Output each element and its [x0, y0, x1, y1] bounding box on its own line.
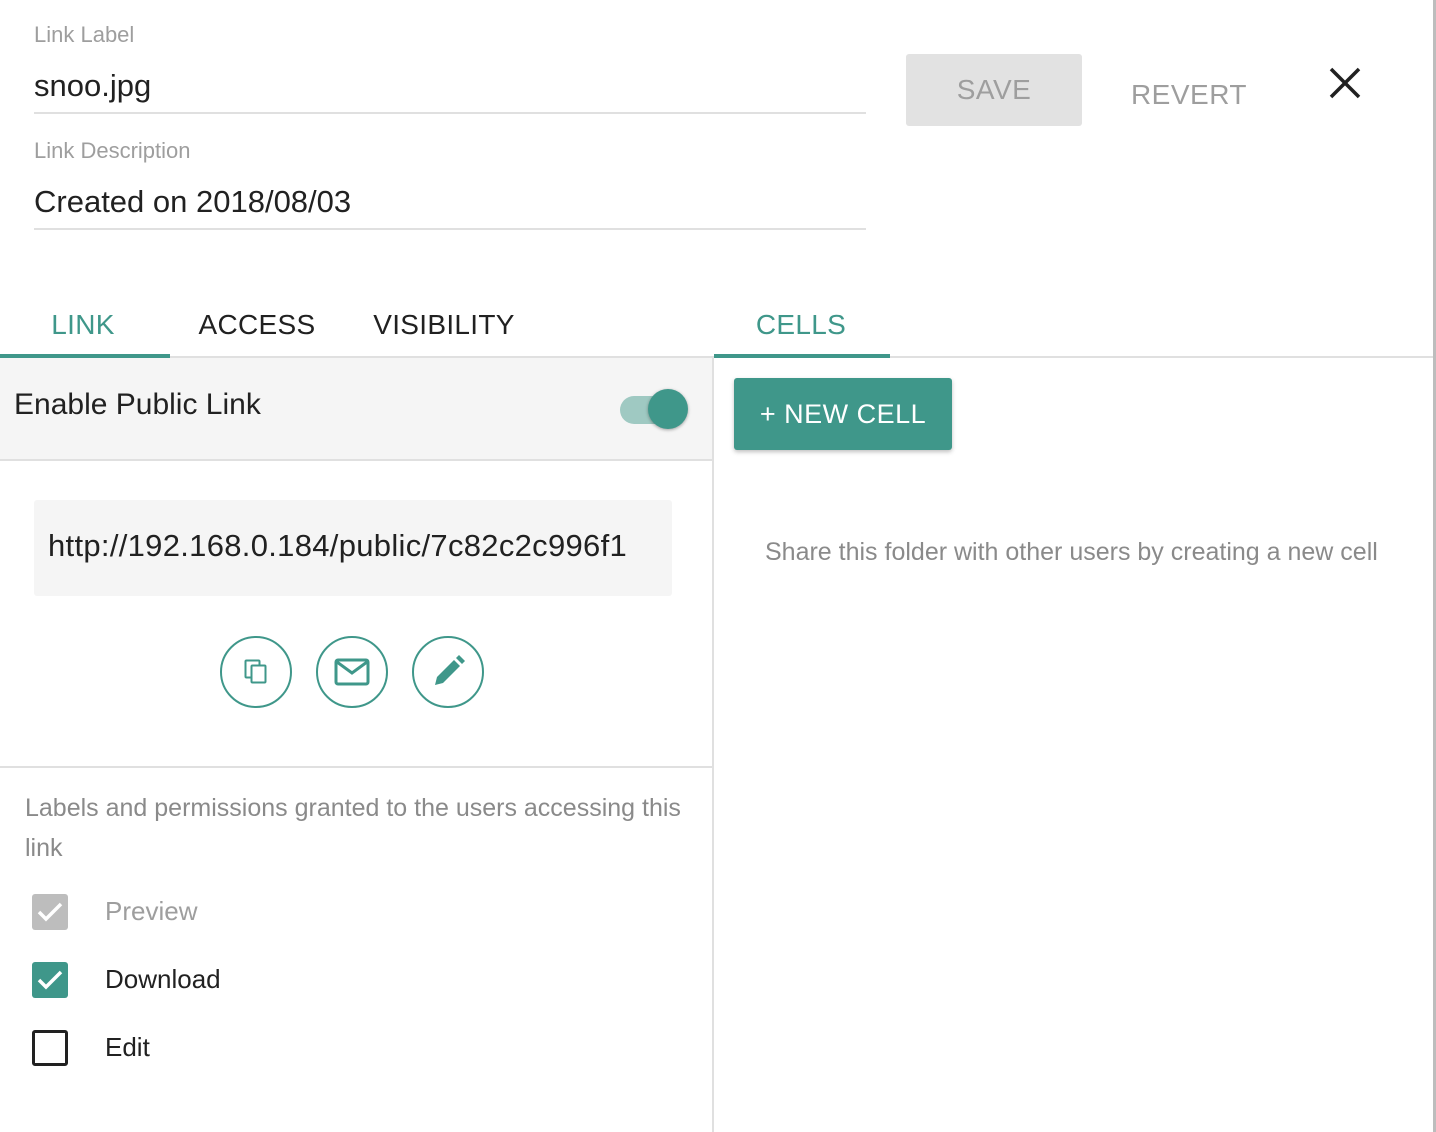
link-description-input[interactable]: Created on 2018/08/03 — [34, 184, 351, 220]
check-icon — [37, 970, 63, 990]
email-link-button[interactable] — [316, 636, 388, 708]
copy-link-button[interactable] — [220, 636, 292, 708]
permissions-description: Labels and permissions granted to the us… — [25, 794, 681, 862]
public-url-text: http://192.168.0.184/public/7c82c2c996f1 — [48, 528, 628, 563]
tab-cells-indicator — [714, 354, 890, 358]
save-button[interactable]: SAVE — [906, 54, 1082, 126]
link-description-underline — [34, 228, 866, 230]
toggle-thumb[interactable] — [648, 389, 688, 429]
enable-public-link-label: Enable Public Link — [14, 388, 261, 421]
copy-icon — [244, 659, 267, 684]
edit-link-button[interactable] — [412, 636, 484, 708]
enable-public-link-row: Enable Public Link — [0, 358, 712, 461]
download-label[interactable]: Download — [105, 964, 221, 995]
tab-link[interactable]: LINK — [0, 296, 166, 354]
mail-icon — [334, 658, 370, 686]
revert-button[interactable]: REVERT — [1106, 60, 1272, 130]
tab-cells[interactable]: CELLS — [714, 296, 888, 354]
tab-access[interactable]: ACCESS — [174, 296, 340, 354]
link-label-caption: Link Label — [34, 22, 135, 47]
section-divider — [0, 766, 712, 768]
tab-visibility[interactable]: VISIBILITY — [358, 296, 530, 354]
check-icon — [37, 902, 63, 922]
edit-checkbox[interactable] — [32, 1030, 68, 1066]
panel-divider — [712, 358, 714, 1132]
cells-empty-message: Share this folder with other users by cr… — [765, 538, 1378, 566]
close-button[interactable] — [1316, 54, 1374, 112]
download-checkbox[interactable] — [32, 962, 68, 998]
link-label-input[interactable]: snoo.jpg — [34, 68, 151, 104]
preview-checkbox — [32, 894, 68, 930]
pencil-icon — [435, 655, 465, 685]
link-description-caption: Link Description — [34, 138, 191, 163]
preview-label: Preview — [105, 896, 198, 926]
link-label-underline — [34, 112, 866, 114]
public-url-field[interactable]: http://192.168.0.184/public/7c82c2c996f1 — [34, 500, 672, 596]
edit-label[interactable]: Edit — [105, 1032, 150, 1063]
new-cell-button[interactable]: + NEW CELL — [734, 378, 952, 450]
close-icon — [1329, 67, 1361, 99]
